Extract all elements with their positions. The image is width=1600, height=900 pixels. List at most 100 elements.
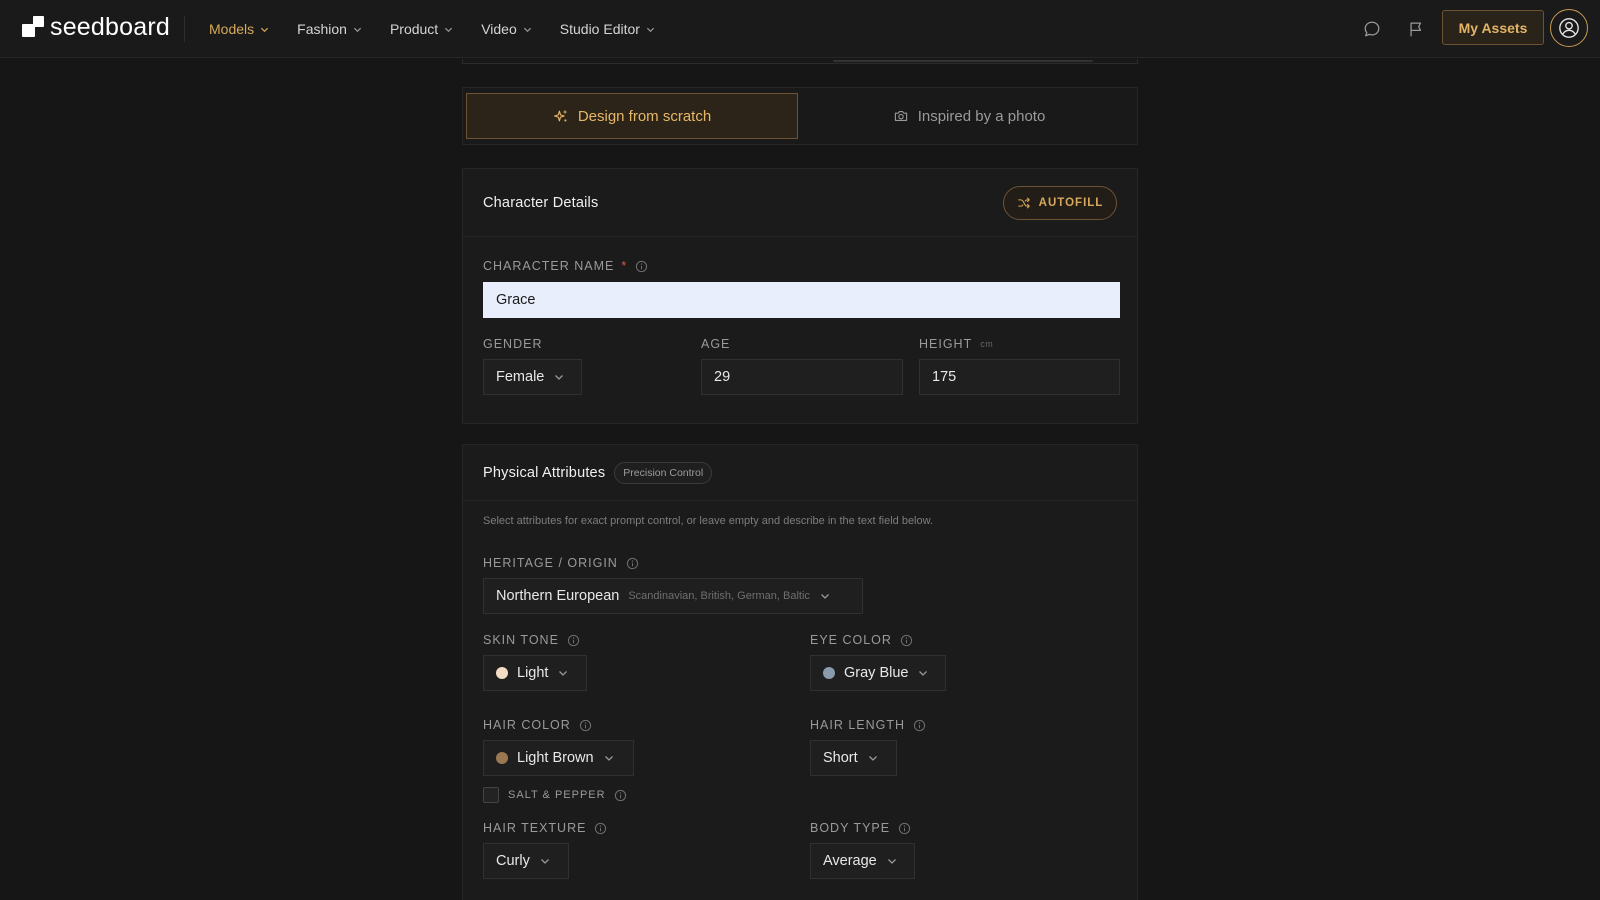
chevron-down-icon	[554, 372, 564, 382]
heritage-select[interactable]: Northern European Scandinavian, British,…	[483, 578, 863, 614]
age-label: AGE	[701, 337, 730, 351]
skin-tone-select[interactable]: Light	[483, 655, 587, 691]
select-value: Short	[823, 750, 858, 766]
nav-item-product[interactable]: Product	[390, 21, 453, 37]
section-title: Character Details	[483, 194, 599, 211]
nav-item-label: Studio Editor	[559, 21, 640, 37]
design-from-scratch-label: Design from scratch	[577, 107, 712, 125]
nav-divider	[184, 16, 185, 42]
chevron-down-icon	[604, 753, 614, 763]
label-text: BODY TYPE	[810, 821, 891, 835]
skin-tone-swatch	[496, 667, 508, 679]
autofill-label: AUTOFILL	[1038, 197, 1104, 209]
body-type-label: BODY TYPE	[810, 821, 911, 835]
info-icon[interactable]	[626, 557, 639, 570]
previous-section-edge	[462, 59, 1138, 64]
hair-length-label: HAIR LENGTH	[810, 718, 926, 732]
label-text: HERITAGE / ORIGIN	[483, 556, 618, 570]
label-text: SKIN TONE	[483, 633, 559, 647]
seedboard-logo[interactable]: seedboard	[22, 13, 170, 43]
nav-item-models[interactable]: Models	[209, 21, 269, 37]
nav-item-video[interactable]: Video	[481, 21, 532, 37]
heritage-label: HERITAGE / ORIGIN	[483, 556, 639, 570]
attributes-hint: Select attributes for exact prompt contr…	[483, 515, 934, 527]
character-name-label: CHARACTER NAME *	[483, 259, 648, 273]
info-icon[interactable]	[579, 719, 592, 732]
label-text: EYE COLOR	[810, 633, 892, 647]
chevron-down-icon	[887, 856, 897, 866]
chevron-down-icon	[260, 25, 269, 34]
chevron-down-icon	[444, 25, 453, 34]
gender-label: GENDER	[483, 337, 542, 351]
body-type-select[interactable]: Average	[810, 843, 915, 879]
character-details-header: Character Details AUTOFILL	[463, 169, 1137, 237]
hair-color-swatch	[496, 752, 508, 764]
my-assets-button[interactable]: My Assets	[1442, 10, 1544, 45]
select-value: Gray Blue	[844, 665, 909, 681]
character-name-input[interactable]: Grace	[483, 282, 1120, 318]
label-text: CHARACTER NAME	[483, 259, 615, 273]
user-circle-icon[interactable]	[1550, 9, 1588, 47]
chevron-down-icon	[353, 25, 362, 34]
chevron-down-icon	[868, 753, 878, 763]
chevron-down-icon	[558, 668, 568, 678]
hair-color-select[interactable]: Light Brown	[483, 740, 634, 776]
label-text: GENDER	[483, 337, 543, 351]
hair-texture-select[interactable]: Curly	[483, 843, 569, 879]
sparkles-icon	[553, 108, 569, 124]
select-value: Average	[823, 853, 877, 869]
camera-icon	[893, 108, 909, 124]
salt-pepper-checkbox[interactable]	[483, 787, 499, 803]
nav-item-fashion[interactable]: Fashion	[297, 21, 362, 37]
section-title: Physical Attributes	[483, 464, 606, 481]
logo-text: seedboard	[50, 13, 170, 41]
nav-item-label: Models	[209, 21, 255, 37]
select-subtext: Scandinavian, British, German, Baltic	[628, 590, 810, 602]
physical-attributes-header: Physical Attributes Precision Control	[463, 445, 1137, 501]
gender-select[interactable]: Female	[483, 359, 582, 395]
age-input[interactable]: 29	[701, 359, 903, 395]
eye-color-label: EYE COLOR	[810, 633, 913, 647]
chevron-down-icon	[918, 668, 928, 678]
info-icon[interactable]	[594, 822, 607, 835]
precision-control-badge: Precision Control	[614, 461, 713, 484]
label-text: HAIR TEXTURE	[483, 821, 587, 835]
shuffle-icon	[1017, 196, 1031, 210]
select-value: Northern European	[496, 588, 620, 604]
hair-length-select[interactable]: Short	[810, 740, 897, 776]
eye-color-swatch	[823, 667, 835, 679]
hair-texture-label: HAIR TEXTURE	[483, 821, 607, 835]
info-icon[interactable]	[898, 822, 911, 835]
info-icon[interactable]	[635, 260, 648, 273]
select-value: Curly	[496, 853, 530, 869]
eye-color-select[interactable]: Gray Blue	[810, 655, 946, 691]
character-details-card: Character Details AUTOFILL CHARACTER NAM…	[462, 168, 1138, 424]
salt-pepper-label: SALT & PEPPER	[508, 789, 606, 801]
select-value: Female	[496, 369, 545, 385]
nav-item-label: Video	[481, 21, 517, 37]
flag-icon[interactable]	[1404, 17, 1428, 41]
chat-icon[interactable]	[1360, 17, 1384, 41]
chevron-down-icon	[540, 856, 550, 866]
height-unit: cm	[980, 339, 994, 349]
select-value: Light	[517, 665, 549, 681]
info-icon[interactable]	[913, 719, 926, 732]
info-icon[interactable]	[567, 634, 580, 647]
chevron-down-icon	[820, 591, 830, 601]
height-input[interactable]: 175	[919, 359, 1120, 395]
label-text: HEIGHT	[919, 337, 973, 351]
main-nav: Models Fashion Product Video Studio Edit…	[209, 0, 683, 58]
salt-pepper-checkbox-row[interactable]: SALT & PEPPER	[483, 787, 627, 803]
label-text: AGE	[701, 337, 731, 351]
info-icon[interactable]	[900, 634, 913, 647]
info-icon[interactable]	[614, 789, 627, 802]
design-from-scratch-button[interactable]: Design from scratch	[466, 93, 798, 139]
nav-item-studio-editor[interactable]: Studio Editor	[560, 21, 655, 37]
physical-attributes-card: Physical Attributes Precision Control Se…	[462, 444, 1138, 900]
mode-switcher: Design from scratch Inspired by a photo	[462, 87, 1138, 145]
inspired-by-photo-button[interactable]: Inspired by a photo	[803, 93, 1135, 139]
autofill-button[interactable]: AUTOFILL	[1003, 186, 1117, 220]
nav-item-label: Fashion	[297, 21, 347, 37]
chevron-down-icon	[646, 25, 655, 34]
required-asterisk: *	[621, 259, 628, 273]
